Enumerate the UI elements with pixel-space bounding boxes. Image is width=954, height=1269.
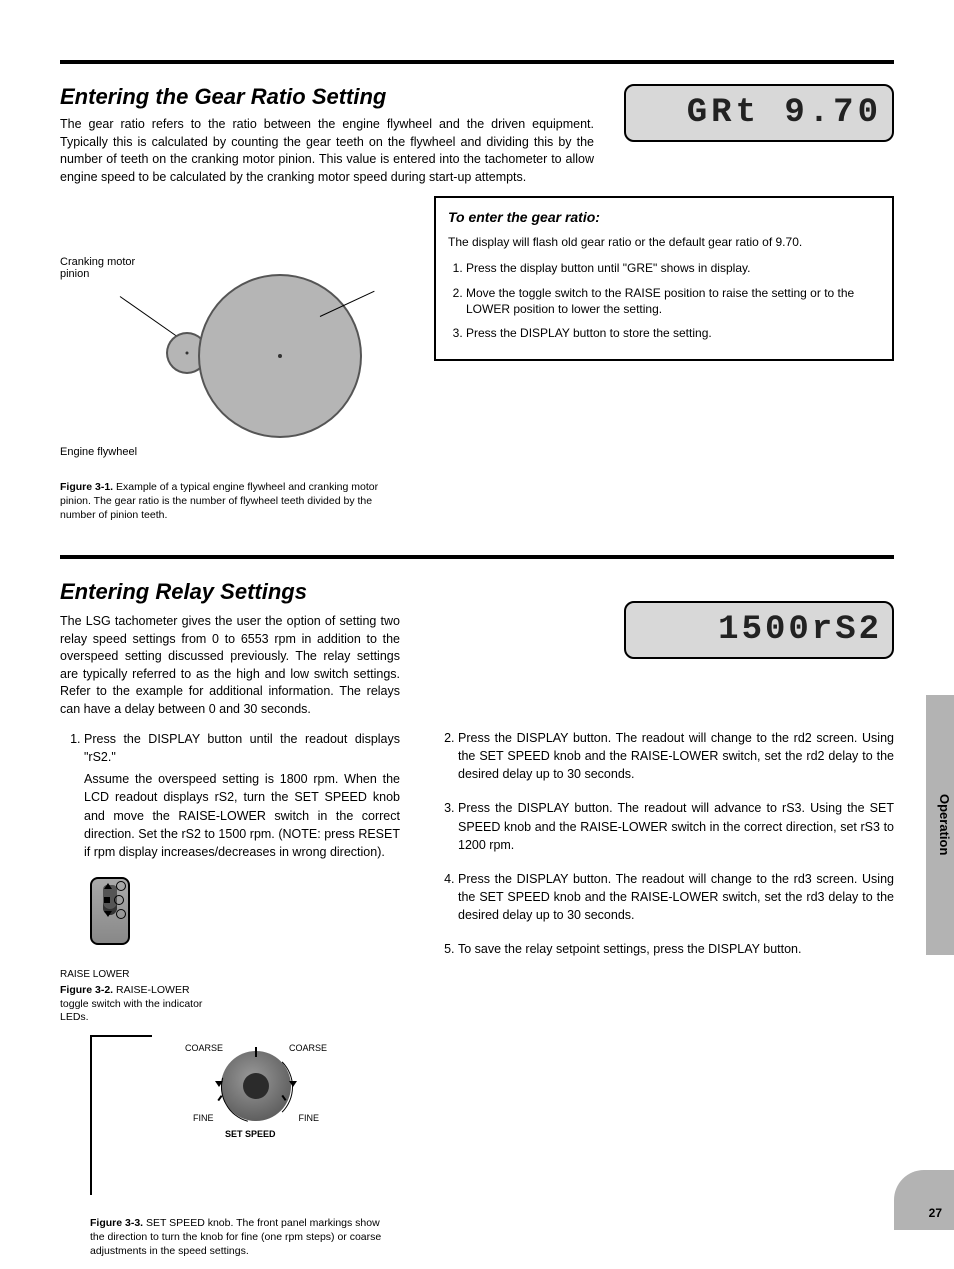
triangle-down-icon <box>104 911 112 917</box>
step-item: Press the DISPLAY button to store the se… <box>466 325 880 341</box>
label-flywheel-text: Engine flywheel <box>60 446 137 458</box>
lcd-display-relay: 1500rS2 <box>624 601 894 659</box>
label-pinion: Cranking motor pinion <box>60 256 160 280</box>
section-divider <box>60 60 894 64</box>
relay-steps-2to5: Press the DISPLAY button. The readout wi… <box>434 729 894 958</box>
step-item: To save the relay setpoint settings, pre… <box>458 940 894 958</box>
step-1-main: Assume the overspeed setting is 1800 rpm… <box>84 770 400 861</box>
figure-label: Figure 3-3. <box>90 1217 143 1229</box>
step-item: Move the toggle switch to the RAISE posi… <box>466 285 880 317</box>
page-number: 27 <box>929 1206 942 1220</box>
figure-3-2-caption: Figure 3-2. RAISE-LOWER toggle switch wi… <box>60 984 220 1025</box>
arrowhead-icon <box>215 1081 223 1087</box>
arrowhead-icon <box>289 1081 297 1087</box>
figure-label: Figure 3-2. <box>60 984 113 996</box>
figure-3-3: COARSE COARSE <box>90 1035 390 1268</box>
relay-lead-text: The LSG tachometer gives the user the op… <box>60 613 400 718</box>
step-item: Press the DISPLAY button. The readout wi… <box>458 870 894 924</box>
led-icon <box>114 895 124 905</box>
figure-3-3-caption: Figure 3-3. SET SPEED knob. The front pa… <box>90 1217 390 1258</box>
square-icon <box>104 897 110 903</box>
label-coarse-left: COARSE <box>185 1043 223 1053</box>
manual-page: Operation 27 GRt 9.70 Entering the Gear … <box>0 0 954 1230</box>
led-icon <box>116 881 126 891</box>
figure-3-2: RAISE LOWER Figure 3-2. RAISE-LOWER togg… <box>60 877 220 1035</box>
step-1-sub: Press the DISPLAY button until the reado… <box>84 730 400 766</box>
set-speed-panel: COARSE COARSE <box>90 1035 390 1195</box>
leader-line <box>120 296 178 337</box>
triangle-up-icon <box>104 883 112 889</box>
section-side-tab: Operation <box>926 695 954 955</box>
toggle-switch-illustration <box>60 877 160 967</box>
lcd-display-gear-ratio: GRt 9.70 <box>624 84 894 142</box>
tick-mark-icon <box>217 1095 222 1101</box>
flywheel-gear-icon <box>200 276 360 436</box>
gear-ratio-description: The gear ratio refers to the ratio betwe… <box>60 116 594 186</box>
step-item: Press the DISPLAY button. The readout wi… <box>458 729 894 783</box>
steps-box-intro: The display will flash old gear ratio or… <box>448 234 880 251</box>
steps-list: Press the display button until "GRE" sho… <box>466 260 880 341</box>
figure-label: Figure 3-1. <box>60 481 113 493</box>
relay-right-column: 1500rS2 Press the DISPLAY button. The re… <box>434 607 894 974</box>
step-item: Press the display button until "GRE" sho… <box>466 260 880 276</box>
step-item: Press the DISPLAY button until the reado… <box>84 730 400 861</box>
label-set-speed: SET SPEED <box>225 1129 276 1139</box>
panel-corner-line <box>92 1035 152 1037</box>
label-coarse-right: COARSE <box>289 1043 327 1053</box>
gear-figure: Cranking motor pinion Engine flywheel <box>60 206 380 476</box>
label-fine-left: FINE <box>193 1113 214 1123</box>
step-item: Press the DISPLAY button. The readout wi… <box>458 799 894 853</box>
page-number-corner: 27 <box>894 1170 954 1230</box>
gear-ratio-steps-box: To enter the gear ratio: The display wil… <box>434 196 894 361</box>
label-fine-right: FINE <box>298 1113 319 1123</box>
relay-step-1: Press the DISPLAY button until the reado… <box>60 730 400 861</box>
figure-3-1-caption: Figure 3-1. Example of a typical engine … <box>60 480 390 523</box>
section-divider <box>60 555 894 559</box>
switch-led-column <box>104 881 126 923</box>
relay-left-column: The LSG tachometer gives the user the op… <box>60 607 400 1269</box>
gear-figure-column: Cranking motor pinion Engine flywheel Fi… <box>60 196 390 533</box>
steps-box-heading: To enter the gear ratio: <box>448 208 880 228</box>
set-speed-knob-icon <box>221 1051 291 1121</box>
led-icon <box>116 909 126 919</box>
knob-inner-icon <box>243 1073 269 1099</box>
switch-bottom-label: RAISE LOWER <box>60 969 220 980</box>
label-flywheel: Engine flywheel <box>60 446 137 458</box>
figures-row: RAISE LOWER Figure 3-2. RAISE-LOWER togg… <box>60 877 400 1269</box>
